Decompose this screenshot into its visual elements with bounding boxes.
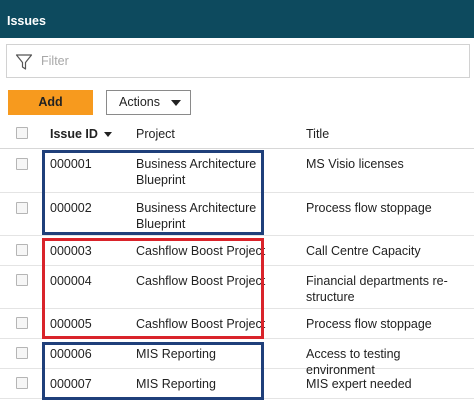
table-header: Issue ID Project Title [0,119,474,149]
column-header-label: Issue ID [50,127,98,141]
table-row[interactable]: 000001 Business Architecture Blueprint M… [0,149,474,193]
project-cell: MIS Reporting [136,347,216,361]
funnel-icon [15,54,33,70]
issue-id-cell: 000004 [50,274,92,288]
filter-input[interactable] [41,46,461,76]
row-checkbox[interactable] [16,158,28,170]
title-cell: Process flow stoppage [306,201,432,215]
chevron-down-icon [171,100,181,106]
title-cell: Call Centre Capacity [306,244,421,258]
column-header-title[interactable]: Title [306,127,329,141]
add-button[interactable]: Add [8,90,93,115]
table-row[interactable]: 000003 Cashflow Boost Project Call Centr… [0,236,474,266]
actions-dropdown-button[interactable]: Actions [106,90,191,115]
title-cell: MS Visio licenses [306,157,404,171]
issue-id-cell: 000006 [50,347,92,361]
row-checkbox[interactable] [16,244,28,256]
table-row[interactable]: 000002 Business Architecture Blueprint P… [0,193,474,236]
issues-header: Issues [0,0,474,38]
issue-id-cell: 000002 [50,201,92,215]
project-cell: Cashflow Boost Project [136,274,266,288]
column-header-issue-id[interactable]: Issue ID [50,127,112,141]
title-cell: Process flow stoppage [306,317,432,331]
row-checkbox[interactable] [16,347,28,359]
table-row[interactable]: 000006 MIS Reporting Access to testing e… [0,339,474,377]
issue-id-cell: 000005 [50,317,92,331]
project-cell: MIS Reporting [136,377,216,391]
row-checkbox[interactable] [16,202,28,214]
page-title: Issues [7,14,46,28]
row-checkbox[interactable] [16,317,28,329]
title-cell: Financial departments re-structure [306,274,448,304]
column-header-project[interactable]: Project [136,127,175,141]
filter-box[interactable] [6,44,470,78]
issue-id-cell: 000001 [50,157,92,171]
table-row[interactable]: 000004 Cashflow Boost Project Financial … [0,266,474,309]
title-cell: MIS expert needed [306,377,412,391]
row-checkbox[interactable] [16,377,28,389]
select-all-checkbox[interactable] [16,127,28,139]
project-cell: Cashflow Boost Project [136,317,266,331]
issue-id-cell: 000003 [50,244,92,258]
project-cell: Business Architecture Blueprint [136,157,257,187]
actions-label: Actions [119,95,160,109]
sort-descending-icon [103,132,112,138]
issue-id-cell: 000007 [50,377,92,391]
project-cell: Cashflow Boost Project [136,244,266,258]
table-row[interactable]: 000005 Cashflow Boost Project Process fl… [0,309,474,339]
row-checkbox[interactable] [16,274,28,286]
table-row[interactable]: 000007 MIS Reporting MIS expert needed [0,369,474,399]
project-cell: Business Architecture Blueprint [136,201,257,231]
